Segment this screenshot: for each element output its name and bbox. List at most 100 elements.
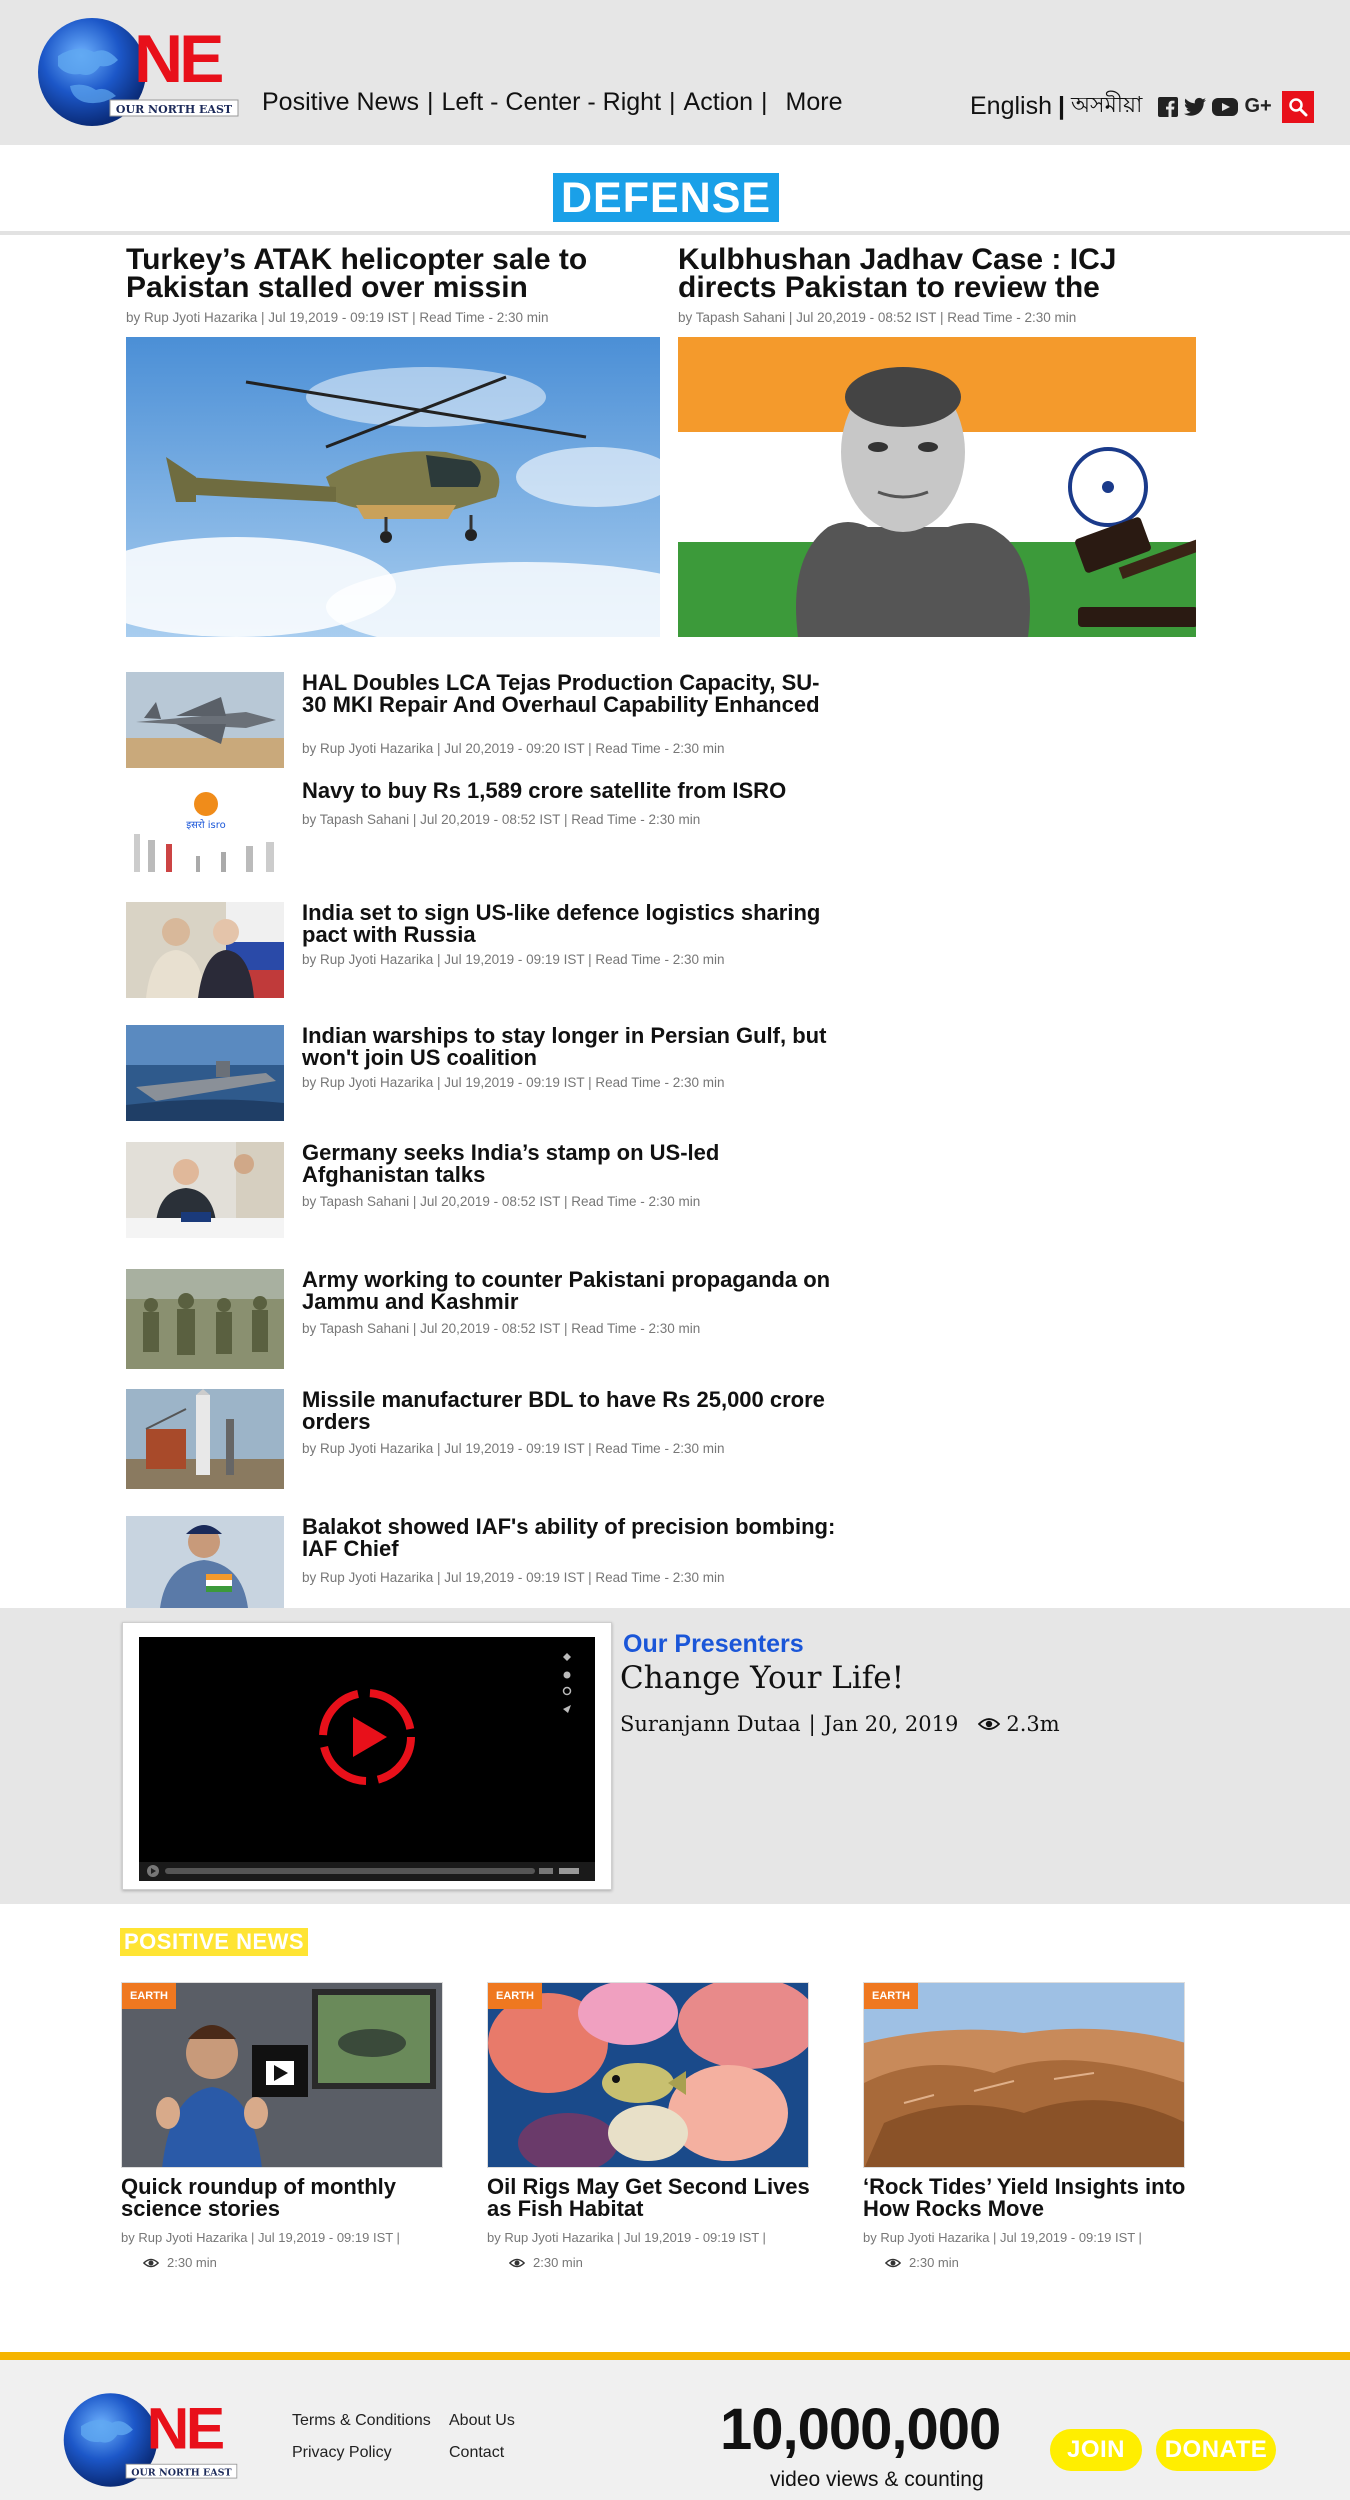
modi-putin-thumbnail[interactable] xyxy=(126,902,284,998)
category-tag[interactable]: EARTH xyxy=(864,1983,918,2009)
army-soldiers-thumbnail[interactable] xyxy=(126,1269,284,1369)
rock-tides-image[interactable]: EARTH xyxy=(863,1982,1185,2168)
top-story[interactable]: Turkey’s ATAK helicopter sale to Pakista… xyxy=(126,246,660,637)
video-screen[interactable] xyxy=(139,1637,595,1881)
svg-text:OUR NORTH EAST: OUR NORTH EAST xyxy=(131,2467,231,2478)
nav-separator: | xyxy=(669,88,676,116)
positive-news-card[interactable]: EARTH ‘Rock Tides’ Yield Insights into H… xyxy=(863,1982,1187,2270)
warship-thumbnail[interactable] xyxy=(126,1025,284,1121)
donate-button[interactable]: DONATE xyxy=(1156,2429,1276,2471)
presenters-section: Our Presenters Change Your Life! Suranja… xyxy=(0,1608,1350,1904)
helicopter-image[interactable] xyxy=(126,337,660,637)
read-time: 2:30 min xyxy=(143,2255,445,2270)
facebook-icon[interactable] xyxy=(1158,96,1179,117)
story-title[interactable]: Missile manufacturer BDL to have Rs 25,0… xyxy=(302,1389,842,1433)
story-meta: by Rup Jyoti Hazarika | Jul 19,2019 - 09… xyxy=(302,952,725,967)
story-title[interactable]: HAL Doubles LCA Tejas Production Capacit… xyxy=(302,672,842,716)
eye-icon xyxy=(143,2258,159,2267)
list-item[interactable]: Army working to counter Pakistani propag… xyxy=(126,1269,836,1369)
story-meta: by Rup Jyoti Hazarika | Jul 20,2019 - 09… xyxy=(302,741,725,756)
svg-text:NE: NE xyxy=(134,21,222,97)
nav-positive-news[interactable]: Positive News xyxy=(262,88,419,117)
story-title[interactable]: India set to sign US-like defence logist… xyxy=(302,902,842,946)
youtube-icon[interactable] xyxy=(1212,97,1239,117)
svg-text:NE: NE xyxy=(147,2397,223,2462)
list-item[interactable]: Missile manufacturer BDL to have Rs 25,0… xyxy=(126,1389,836,1489)
positive-news-card[interactable]: EARTH Oil Rigs May Get Second Lives as F… xyxy=(487,1982,811,2270)
story-meta: by Rup Jyoti Hazarika | Jul 19,2019 - 09… xyxy=(302,1441,725,1456)
story-title[interactable]: Indian warships to stay longer in Persia… xyxy=(302,1025,842,1069)
missile-thumbnail[interactable] xyxy=(126,1389,284,1489)
presenters-heading: Our Presenters xyxy=(623,1630,804,1658)
meta-separator: | xyxy=(808,1712,816,1736)
list-item[interactable]: इसरो isro Navy to buy Rs 1,589 crore sat… xyxy=(126,780,836,878)
list-item[interactable]: India set to sign US-like defence logist… xyxy=(126,902,836,998)
footer-link-contact[interactable]: Contact xyxy=(449,2444,549,2462)
card-meta: by Rup Jyoti Hazarika | Jul 19,2019 - 09… xyxy=(121,2230,400,2245)
site-header: NE OUR NORTH EAST Positive News | Left -… xyxy=(0,0,1350,145)
footer-links: Terms & Conditions About Us Privacy Poli… xyxy=(292,2412,549,2462)
twitter-icon[interactable] xyxy=(1184,97,1207,117)
site-logo[interactable]: NE OUR NORTH EAST xyxy=(36,16,244,128)
language-separator: | xyxy=(1058,92,1065,120)
kulbhushan-jadhav-image[interactable] xyxy=(678,337,1196,637)
read-time-value: 2:30 min xyxy=(533,2255,583,2270)
footer-link-about[interactable]: About Us xyxy=(449,2412,549,2430)
language-english[interactable]: English xyxy=(970,92,1052,121)
card-title[interactable]: Quick roundup of monthly science stories xyxy=(121,2176,445,2220)
top-story-title[interactable]: Kulbhushan Jadhav Case : ICJ directs Pak… xyxy=(678,246,1196,302)
story-title[interactable]: Germany seeks India’s stamp on US-led Af… xyxy=(302,1142,842,1186)
germany-talks-thumbnail[interactable] xyxy=(126,1142,284,1238)
science-roundup-image[interactable]: EARTH xyxy=(121,1982,443,2168)
story-title[interactable]: Navy to buy Rs 1,589 crore satellite fro… xyxy=(302,780,842,802)
footer-logo[interactable]: NE OUR NORTH EAST xyxy=(62,2390,242,2490)
story-meta: by Tapash Sahani | Jul 20,2019 - 08:52 I… xyxy=(678,310,1077,325)
nav-more[interactable]: More xyxy=(786,88,843,117)
svg-text:इसरो isro: इसरो isro xyxy=(186,819,226,831)
header-tools: English | অসমীয়া G+ xyxy=(970,88,1314,125)
view-count: 2.3m xyxy=(978,1712,1060,1736)
story-title[interactable]: Army working to counter Pakistani propag… xyxy=(302,1269,842,1313)
card-title[interactable]: ‘Rock Tides’ Yield Insights into How Roc… xyxy=(863,2176,1187,2220)
nav-left-center-right[interactable]: Left - Center - Right xyxy=(442,88,662,117)
read-time-value: 2:30 min xyxy=(909,2255,959,2270)
site-footer: NE OUR NORTH EAST Terms & Conditions Abo… xyxy=(0,2352,1350,2500)
story-meta: by Tapash Sahani | Jul 20,2019 - 08:52 I… xyxy=(302,1321,701,1336)
list-item[interactable]: HAL Doubles LCA Tejas Production Capacit… xyxy=(126,672,836,768)
story-title[interactable]: Balakot showed IAF's ability of precisio… xyxy=(302,1516,842,1560)
story-meta: by Rup Jyoti Hazarika | Jul 19,2019 - 09… xyxy=(302,1075,725,1090)
card-meta: by Rup Jyoti Hazarika | Jul 19,2019 - 09… xyxy=(487,2230,766,2245)
top-story-title[interactable]: Turkey’s ATAK helicopter sale to Pakista… xyxy=(126,246,660,302)
category-tag[interactable]: EARTH xyxy=(488,1983,542,2009)
video-title[interactable]: Change Your Life! xyxy=(620,1660,904,1696)
top-story[interactable]: Kulbhushan Jadhav Case : ICJ directs Pak… xyxy=(678,246,1196,637)
video-player[interactable] xyxy=(122,1622,612,1890)
positive-news-card[interactable]: EARTH Quick roundup of monthly science s… xyxy=(121,1982,445,2270)
iaf-chief-thumbnail[interactable] xyxy=(126,1516,284,1608)
tejas-jet-thumbnail[interactable] xyxy=(126,672,284,768)
language-assamese[interactable]: অসমীয়া xyxy=(1071,88,1142,125)
join-button[interactable]: JOIN xyxy=(1050,2429,1142,2471)
story-meta: by Rup Jyoti Hazarika | Jul 19,2019 - 09… xyxy=(302,1570,725,1585)
fish-habitat-image[interactable]: EARTH xyxy=(487,1982,809,2168)
nav-separator: | xyxy=(761,88,768,116)
read-time: 2:30 min xyxy=(509,2255,811,2270)
list-item[interactable]: Balakot showed IAF's ability of precisio… xyxy=(126,1516,836,1608)
card-title[interactable]: Oil Rigs May Get Second Lives as Fish Ha… xyxy=(487,2176,811,2220)
presenter-name[interactable]: Suranjann Dutaa xyxy=(620,1712,801,1736)
list-item[interactable]: Indian warships to stay longer in Persia… xyxy=(126,1025,836,1121)
read-time: 2:30 min xyxy=(885,2255,1187,2270)
footer-link-privacy[interactable]: Privacy Policy xyxy=(292,2444,449,2462)
positive-news-heading[interactable]: POSITIVE NEWS xyxy=(120,1928,309,1956)
read-time-value: 2:30 min xyxy=(167,2255,217,2270)
nav-separator: | xyxy=(427,88,434,116)
category-tag[interactable]: EARTH xyxy=(122,1983,176,2009)
search-button[interactable] xyxy=(1281,90,1314,123)
footer-link-terms[interactable]: Terms & Conditions xyxy=(292,2412,449,2430)
nav-action[interactable]: Action xyxy=(684,88,753,117)
section-title: DEFENSE xyxy=(553,173,780,223)
list-item[interactable]: Germany seeks India’s stamp on US-led Af… xyxy=(126,1142,836,1238)
svg-text:OUR NORTH EAST: OUR NORTH EAST xyxy=(116,103,233,116)
isro-rockets-thumbnail[interactable]: इसरो isro xyxy=(126,782,284,878)
google-plus-icon[interactable]: G+ xyxy=(1244,95,1271,118)
